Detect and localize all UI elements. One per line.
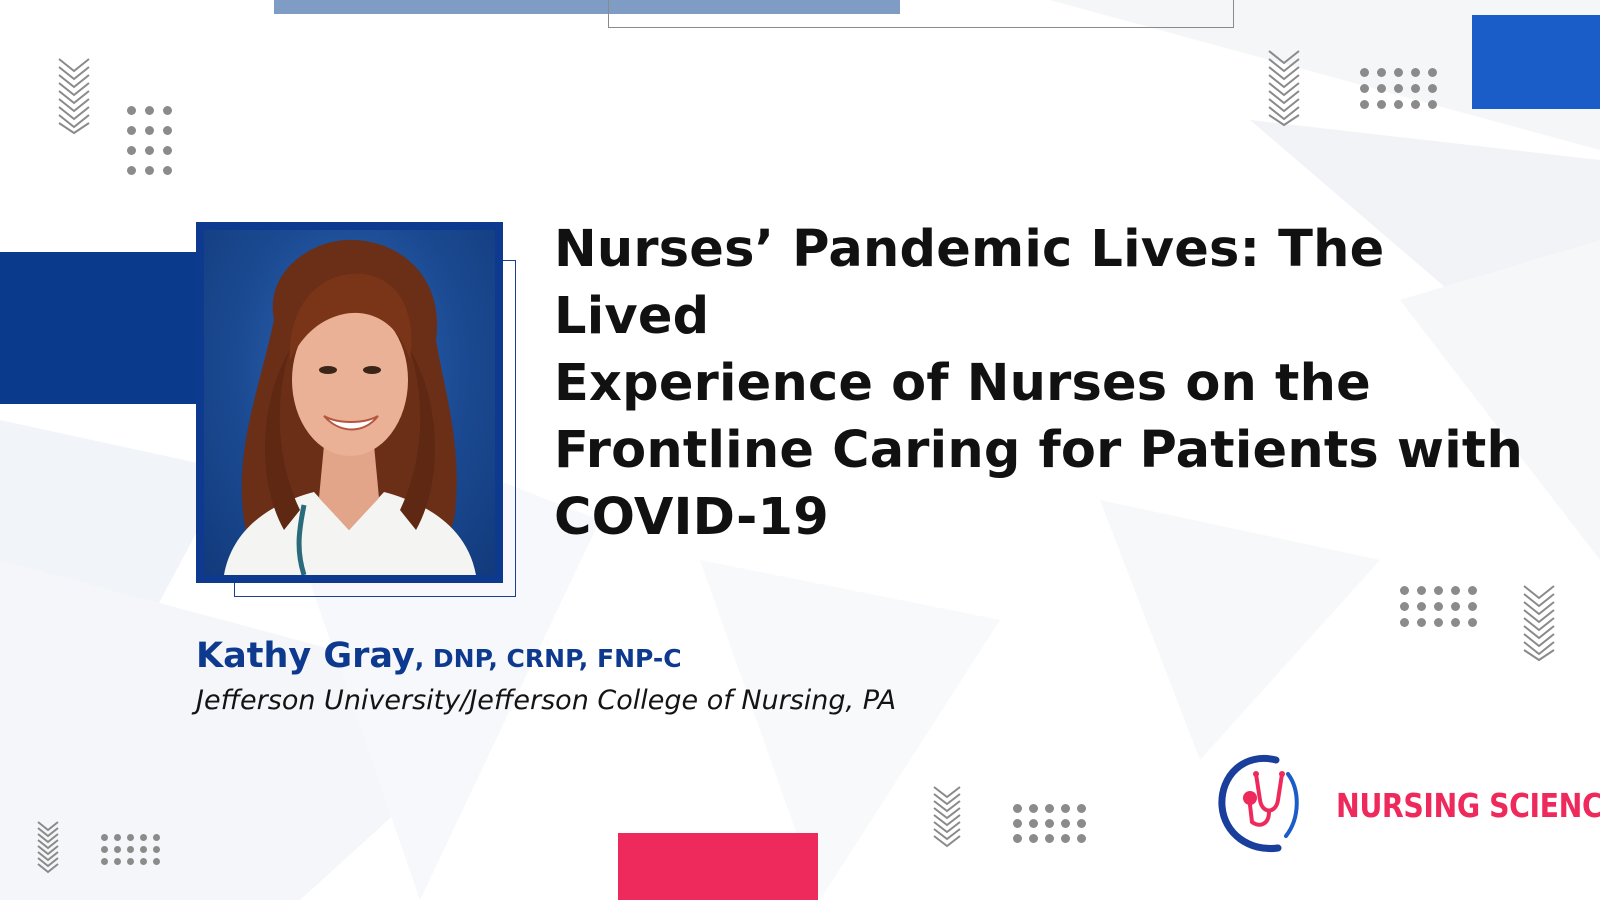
talk-title: Nurses’ Pandemic Lives: The Lived Experi… [554, 216, 1554, 551]
speaker-photo [196, 222, 503, 583]
chevron-down-icon [36, 820, 60, 876]
brand-logo-text: NURSING SCIENCE [1336, 786, 1600, 825]
top-outline-bar [608, 0, 1234, 28]
speaker-credentials: , DNP, CRNP, FNP-C [414, 644, 682, 673]
dot-grid-top-left [127, 106, 172, 175]
speaker-line: Kathy Gray, DNP, CRNP, FNP-C [196, 636, 682, 676]
title-line: COVID-19 [554, 488, 829, 547]
left-navy-band [0, 252, 200, 404]
speaker-portrait [224, 239, 476, 575]
dot-grid-bottom-center [1013, 804, 1086, 843]
bottom-pink-block [618, 833, 818, 900]
stethoscope-icon [1216, 752, 1302, 856]
dot-grid-bottom-left [101, 834, 160, 865]
title-line: Nurses’ Pandemic Lives: The Lived [554, 220, 1385, 346]
title-line: Frontline Caring for Patients with [554, 421, 1524, 480]
chevron-down-icon [932, 785, 962, 851]
speaker-affiliation: Jefferson University/Jefferson College o… [196, 685, 897, 716]
top-right-blue-block [1472, 15, 1600, 109]
chevron-down-icon [57, 57, 91, 135]
chevron-down-icon [1522, 584, 1556, 662]
title-line: Experience of Nurses on the [554, 354, 1371, 413]
speaker-name: Kathy Gray [196, 636, 415, 676]
dot-grid-mid-right [1400, 586, 1477, 627]
dot-grid-top-right [1360, 68, 1437, 109]
chevron-down-icon [1267, 49, 1301, 127]
